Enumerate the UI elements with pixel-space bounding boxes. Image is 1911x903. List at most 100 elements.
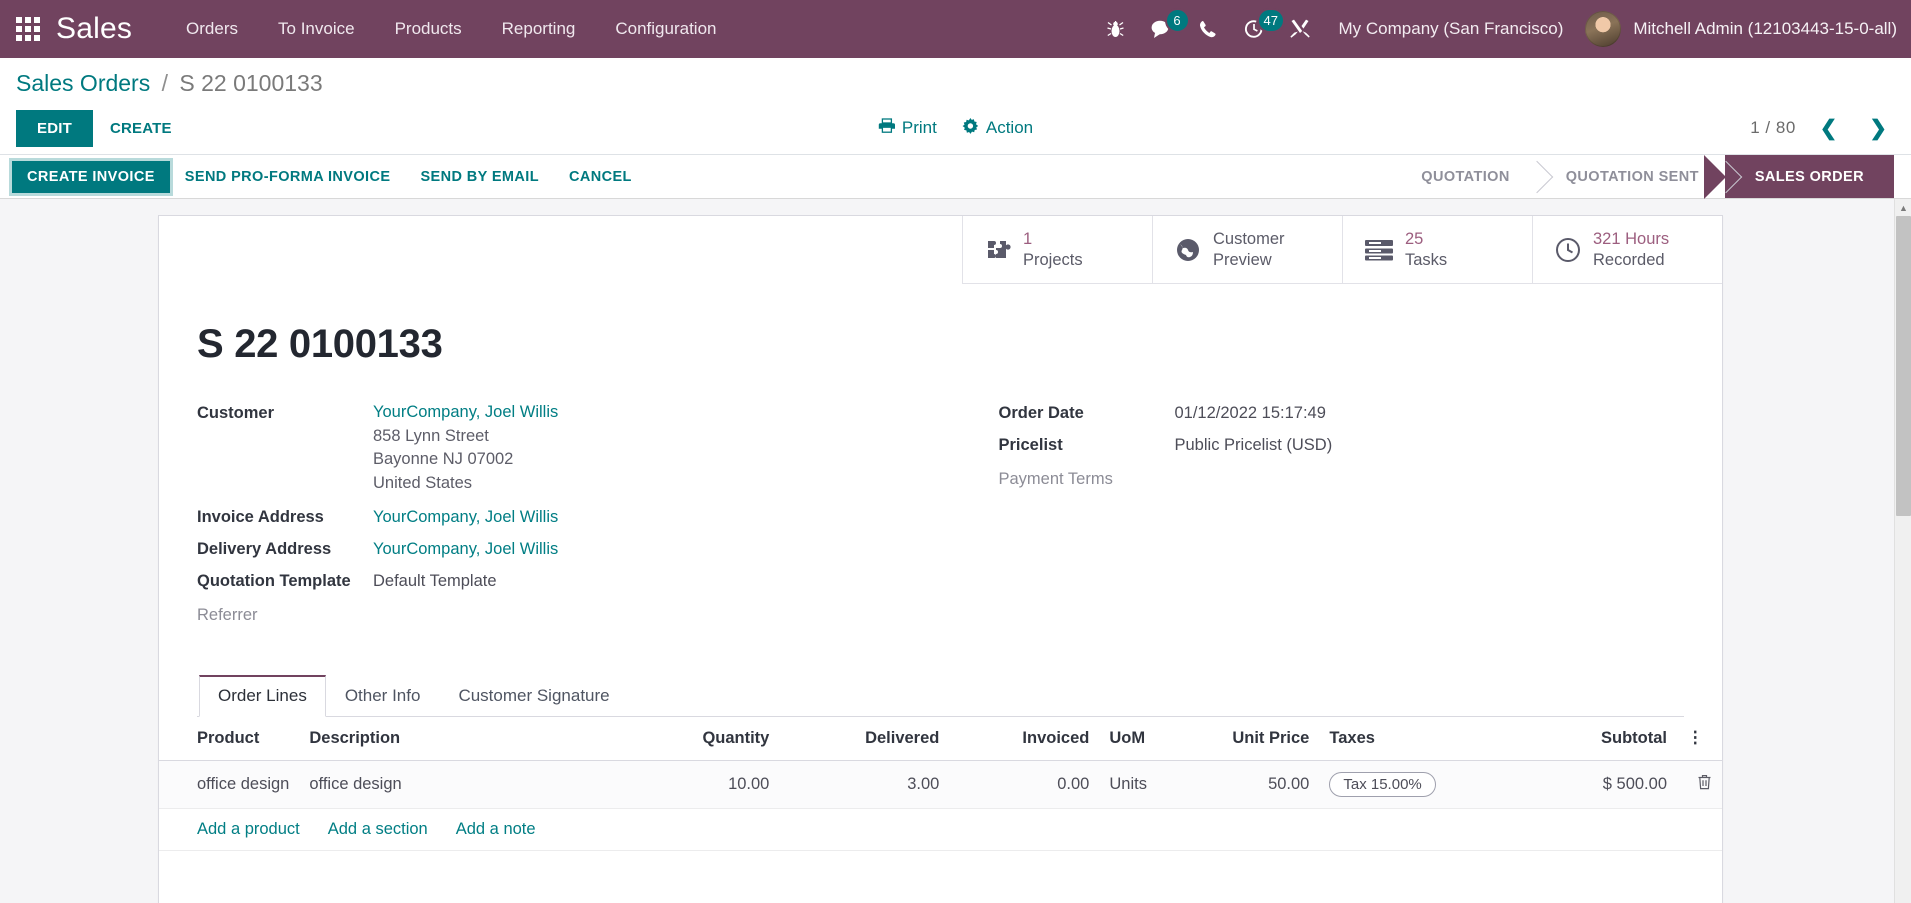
tools-icon[interactable]	[1277, 0, 1323, 58]
form-column-right: Order Date 01/12/2022 15:17:49 Pricelist…	[941, 401, 1685, 631]
stat-button-text: 1 Projects	[1023, 229, 1083, 270]
field-order-date: Order Date 01/12/2022 15:17:49	[999, 401, 1685, 423]
add-links: Add a product Add a section Add a note	[197, 820, 1712, 839]
breadcrumb: Sales Orders / S 22 0100133	[16, 68, 1895, 98]
tab-other-info[interactable]: Other Info	[326, 675, 440, 717]
stat-button-hours-recorded[interactable]: 321 Hours Recorded	[1532, 216, 1722, 285]
notebook: Order Lines Other Info Customer Signatur…	[197, 674, 1684, 717]
send-proforma-invoice-button[interactable]: SEND PRO-FORMA INVOICE	[170, 161, 406, 193]
scrollbar-thumb[interactable]	[1896, 216, 1911, 516]
stat-button-text: 25 Tasks	[1405, 229, 1447, 270]
status-badge: Tax 15.00%	[1329, 771, 1436, 797]
hours-value: 321 Hours	[1593, 230, 1670, 248]
field-label-invoice-address: Invoice Address	[197, 507, 324, 526]
gear-icon	[963, 117, 979, 139]
cell-description[interactable]: office design	[299, 760, 620, 809]
activity-clock-icon[interactable]: 47	[1231, 0, 1285, 58]
field-delivery-address: Delivery Address YourCompany, Joel Willi…	[197, 537, 941, 559]
nav-item-reporting[interactable]: Reporting	[482, 0, 596, 58]
globe-icon	[1175, 237, 1201, 263]
add-a-section-link[interactable]: Add a section	[328, 820, 428, 839]
table-row[interactable]: office design office design 10.00 3.00 0…	[159, 760, 1722, 809]
company-switcher[interactable]: My Company (San Francisco)	[1323, 19, 1580, 39]
add-lines-row: Add a product Add a section Add a note	[159, 808, 1722, 851]
scroll-up-arrow-icon[interactable]: ▲	[1895, 199, 1911, 216]
tasks-count: 25	[1405, 230, 1424, 248]
add-a-product-link[interactable]: Add a product	[197, 820, 300, 839]
cancel-button[interactable]: CANCEL	[554, 161, 647, 193]
stage-sales-order[interactable]: SALES ORDER	[1703, 155, 1894, 199]
action-button[interactable]: Action	[963, 117, 1034, 139]
field-value-order-date[interactable]: 01/12/2022 15:17:49	[1175, 401, 1326, 423]
field-value-customer: YourCompany, Joel Willis 858 Lynn Street…	[373, 401, 558, 495]
stat-button-customer-preview[interactable]: Customer Preview	[1152, 216, 1342, 285]
customer-address-city: Bayonne NJ 07002	[373, 450, 514, 469]
breadcrumb-current: S 22 0100133	[179, 70, 323, 96]
breadcrumb-sales-orders[interactable]: Sales Orders	[16, 70, 150, 96]
stat-button-text: 321 Hours Recorded	[1593, 229, 1669, 270]
apps-grid-icon[interactable]	[0, 0, 56, 58]
create-invoice-button[interactable]: CREATE INVOICE	[12, 160, 170, 193]
create-button[interactable]: CREATE	[93, 110, 189, 147]
nav-item-configuration[interactable]: Configuration	[595, 0, 736, 58]
table-header-row: Product Description Quantity Delivered I…	[159, 716, 1722, 761]
field-value-pricelist[interactable]: Public Pricelist (USD)	[1175, 433, 1333, 455]
vertical-dots-icon[interactable]: ⋮	[1677, 716, 1722, 761]
field-value-invoice-address[interactable]: YourCompany, Joel Willis	[373, 505, 558, 527]
add-a-note-link[interactable]: Add a note	[456, 820, 536, 839]
field-invoice-address: Invoice Address YourCompany, Joel Willis	[197, 505, 941, 527]
stat-button-projects[interactable]: 1 Projects	[962, 216, 1152, 285]
pager: 1 / 80 ❮ ❯	[1750, 116, 1895, 141]
cell-taxes[interactable]: Tax 15.00%	[1319, 760, 1570, 809]
hours-label: Recorded	[1593, 250, 1665, 269]
puzzle-icon	[985, 238, 1011, 262]
cell-delete[interactable]	[1677, 760, 1722, 809]
field-payment-terms: Payment Terms	[999, 467, 1685, 489]
customer-preview-line2: Preview	[1213, 250, 1272, 269]
field-value-delivery-address[interactable]: YourCompany, Joel Willis	[373, 537, 558, 559]
tab-order-lines[interactable]: Order Lines	[199, 674, 326, 717]
app-brand-sales[interactable]: Sales	[56, 12, 132, 46]
customer-preview-line1: Customer	[1213, 230, 1285, 248]
edit-button[interactable]: EDIT	[16, 109, 93, 147]
field-value-quotation-template[interactable]: Default Template	[373, 569, 497, 591]
form-column-left: Customer YourCompany, Joel Willis 858 Ly…	[197, 401, 941, 631]
cell-subtotal: $ 500.00	[1569, 760, 1677, 809]
field-label-quotation-template: Quotation Template	[197, 571, 351, 590]
action-label: Action	[985, 118, 1034, 137]
cell-product[interactable]: office design	[159, 760, 300, 809]
col-subtotal: Subtotal	[1569, 716, 1677, 761]
bug-icon[interactable]	[1093, 0, 1139, 58]
field-pricelist: Pricelist Public Pricelist (USD)	[999, 433, 1685, 455]
field-customer: Customer YourCompany, Joel Willis 858 Ly…	[197, 401, 941, 495]
stage-quotation-sent[interactable]: QUOTATION SENT	[1535, 155, 1725, 198]
phone-icon[interactable]	[1185, 0, 1231, 58]
cell-invoiced[interactable]: 0.00	[949, 760, 1100, 809]
send-by-email-button[interactable]: SEND BY EMAIL	[405, 161, 554, 193]
cell-delivered[interactable]: 3.00	[779, 760, 950, 809]
col-description: Description	[299, 716, 620, 761]
nav-item-products[interactable]: Products	[375, 0, 482, 58]
cell-uom[interactable]: Units	[1099, 760, 1190, 809]
pager-counter: 1 / 80	[1750, 118, 1796, 137]
col-taxes: Taxes	[1319, 716, 1570, 761]
nav-item-orders[interactable]: Orders	[166, 0, 258, 58]
cell-unit-price[interactable]: 50.00	[1189, 760, 1320, 809]
customer-name-link[interactable]: YourCompany, Joel Willis	[373, 401, 558, 424]
trash-icon[interactable]	[1687, 774, 1712, 795]
chevron-left-icon[interactable]: ❮	[1812, 116, 1846, 141]
field-label-order-date: Order Date	[998, 404, 1084, 423]
page-scrollbar[interactable]: ▲	[1894, 199, 1911, 903]
print-button[interactable]: Print	[878, 118, 937, 138]
nav-item-to-invoice[interactable]: To Invoice	[258, 0, 375, 58]
stat-button-tasks[interactable]: 25 Tasks	[1342, 216, 1532, 285]
avatar	[1585, 11, 1622, 47]
cell-quantity[interactable]: 10.00	[619, 760, 780, 809]
field-label-payment-terms: Payment Terms	[998, 470, 1113, 489]
user-menu[interactable]: Mitchell Admin (12103443-15-0-all)	[1579, 11, 1897, 47]
messages-icon[interactable]: 6	[1139, 0, 1190, 58]
tab-customer-signature[interactable]: Customer Signature	[439, 675, 628, 717]
chevron-right-icon[interactable]: ❯	[1861, 116, 1895, 141]
order-lines-body: office design office design 10.00 3.00 0…	[159, 760, 1722, 851]
stage-quotation[interactable]: QUOTATION	[1391, 155, 1536, 198]
